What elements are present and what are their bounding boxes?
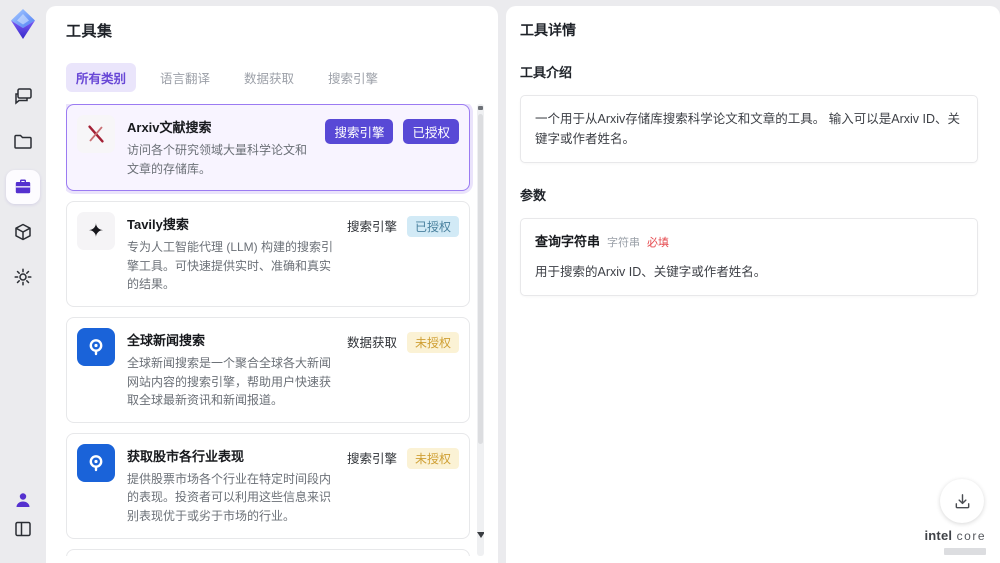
details-title: 工具详情	[520, 22, 576, 38]
intel-brand-text: intel	[924, 528, 953, 544]
arxiv-icon	[77, 115, 115, 153]
gear-icon	[14, 268, 32, 286]
sidebar-item-collapse-panel[interactable]	[6, 512, 40, 546]
tab-language-translation[interactable]: 语言翻译	[150, 63, 220, 92]
status-badge: 已授权	[403, 119, 459, 144]
category-tag: 数据获取	[346, 335, 397, 350]
param-box: 查询字符串 字符串 必填 用于搜索的Arxiv ID、关键字或作者姓名。	[520, 218, 978, 296]
status-badge: 已授权	[406, 216, 459, 238]
intel-core-badge: intel core	[924, 527, 986, 555]
sidebar-item-files[interactable]	[6, 125, 40, 159]
param-type: 字符串	[607, 237, 641, 249]
tool-card-arxiv[interactable]: Arxiv文献搜索 访问各个研究领域大量科学论文和文章的存储库。 搜索引擎 已授…	[66, 104, 470, 192]
scroll-down-arrow-icon[interactable]	[477, 532, 484, 538]
category-tag: 搜索引擎	[346, 220, 397, 235]
param-name: 查询字符串	[535, 234, 601, 249]
status-badge: 未授权	[406, 447, 459, 469]
tool-title: 获取股市各行业表现	[127, 448, 245, 464]
sidebar-item-toolset[interactable]	[6, 170, 40, 204]
tool-title: Arxiv文献搜索	[127, 120, 212, 135]
tool-details-panel: 工具详情 工具介绍 一个用于从Arxiv存储库搜索科学论文和文章的工具。 输入可…	[506, 6, 1000, 563]
core-brand-text: core	[956, 529, 986, 544]
param-desc: 用于搜索的Arxiv ID、关键字或作者姓名。	[535, 264, 767, 279]
app-sidebar	[0, 0, 46, 563]
cube-icon	[15, 223, 31, 241]
tool-card-tavily[interactable]: ✦ Tavily搜索 专为人工智能代理 (LLM) 构建的搜索引擎工具。可快速提…	[66, 201, 470, 307]
briefcase-icon	[15, 179, 31, 194]
tool-desc: 全球新闻搜索是一个聚合全球各大新闻网站内容的搜索引擎，帮助用户快速获取全球最新资…	[127, 355, 332, 408]
tool-card-global-news[interactable]: 全球新闻搜索 全球新闻搜索是一个聚合全球各大新闻网站内容的搜索引擎，帮助用户快速…	[66, 316, 470, 423]
intel-badge-subtext	[944, 548, 986, 555]
category-tabs: 所有类别 语言翻译 数据获取 搜索引擎	[66, 63, 484, 92]
param-required-flag: 必填	[647, 237, 670, 249]
panel-layout-icon	[15, 521, 31, 537]
download-button[interactable]	[940, 479, 984, 523]
tool-desc: 访问各个研究领域大量科学论文和文章的存储库。	[127, 143, 308, 176]
download-icon	[955, 493, 969, 508]
intro-box: 一个用于从Arxiv存储库搜索科学论文和文章的工具。 输入可以是Arxiv ID…	[520, 95, 978, 163]
list-scrollbar[interactable]	[477, 104, 484, 556]
tool-card-sector-performance[interactable]: 获取股市各行业表现 提供股票市场各个行业在特定时间段内的表现。投资者可以利用这些…	[66, 432, 470, 539]
global-news-icon	[77, 327, 115, 366]
app-logo-icon	[11, 9, 35, 39]
category-tag: 搜索引擎	[325, 119, 394, 144]
tool-card-active-stocks[interactable]: 获取市场最活跃股票信息 提供当天交易量最高的股票列表，投资者可以利用这些信息来识…	[66, 548, 470, 556]
tab-search-engine[interactable]: 搜索引擎	[318, 63, 388, 92]
market-data-icon	[77, 443, 115, 482]
folder-icon	[14, 134, 32, 149]
scrollbar-thumb[interactable]	[478, 114, 483, 444]
sidebar-item-packages[interactable]	[6, 215, 40, 249]
param-header: 查询字符串 字符串 必填	[535, 232, 963, 253]
scrollbar-top-marker	[478, 106, 483, 110]
tavily-icon: ✦	[77, 212, 115, 251]
status-badge: 未授权	[406, 331, 459, 353]
tool-list: Arxiv文献搜索 访问各个研究领域大量科学论文和文章的存储库。 搜索引擎 已授…	[66, 104, 484, 556]
tool-title: Tavily搜索	[127, 217, 189, 233]
sidebar-item-chat[interactable]	[6, 79, 40, 113]
tab-data-acquisition[interactable]: 数据获取	[234, 63, 304, 92]
category-tag: 搜索引擎	[346, 451, 397, 466]
tool-desc: 专为人工智能代理 (LLM) 构建的搜索引擎工具。可快速提供实时、准确和真实的结…	[127, 240, 334, 292]
toolset-panel: 工具集 所有类别 语言翻译 数据获取 搜索引擎 Arxiv文献搜索 访问各个研究…	[46, 6, 498, 563]
page-title: 工具集	[66, 23, 113, 40]
user-icon	[16, 493, 30, 507]
sidebar-item-settings[interactable]	[6, 260, 40, 294]
params-heading: 参数	[520, 188, 547, 203]
tool-title: 全球新闻搜索	[127, 332, 206, 348]
intro-heading: 工具介绍	[520, 65, 573, 80]
chat-icon	[15, 88, 32, 105]
tool-desc: 提供股票市场各个行业在特定时间段内的表现。投资者可以利用这些信息来识别表现优于或…	[127, 471, 332, 523]
tab-all-categories[interactable]: 所有类别	[66, 63, 137, 92]
